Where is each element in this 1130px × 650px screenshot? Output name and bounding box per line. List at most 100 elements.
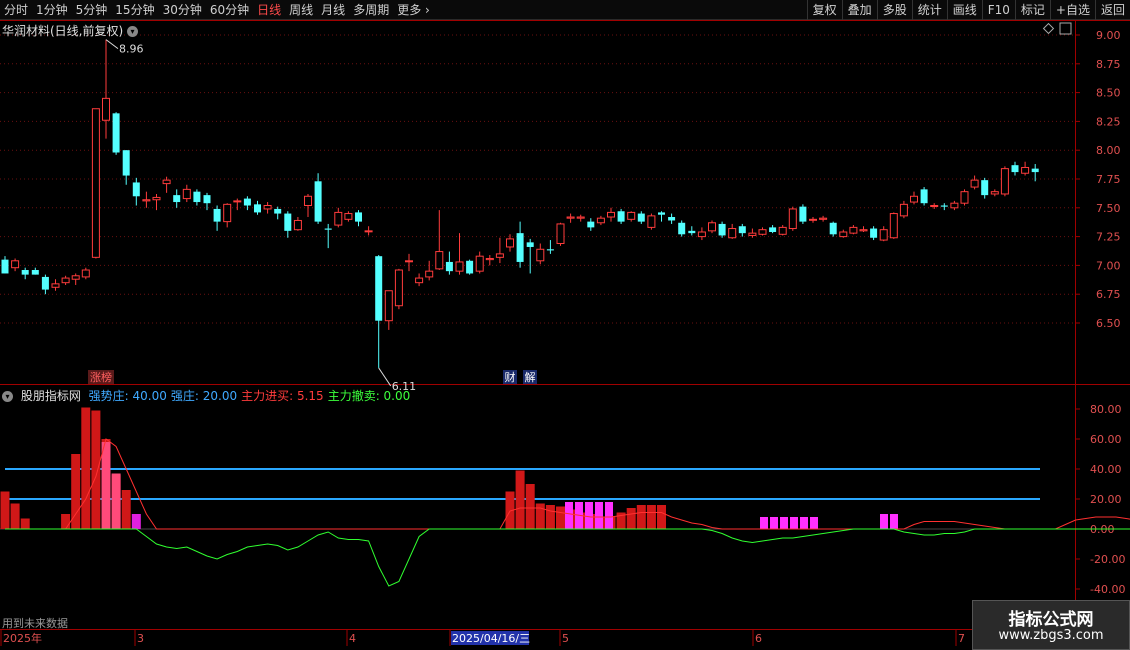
- candle-body: [31, 270, 39, 275]
- candle-body: [788, 208, 797, 230]
- candle-body: [688, 230, 696, 234]
- ind-bar-magenta: [890, 514, 898, 529]
- candle-body: [394, 269, 403, 307]
- candle-body: [81, 269, 90, 278]
- price-tick-label: 6.50: [1096, 317, 1121, 330]
- ind-bar-red: [545, 505, 555, 529]
- candle-body: [899, 203, 908, 217]
- ind-bar-red: [20, 518, 30, 529]
- candle-body: [536, 248, 545, 262]
- chevron-down-icon[interactable]: ▾: [127, 26, 139, 37]
- candle-body: [920, 189, 928, 204]
- diamond-icon: [1042, 22, 1055, 35]
- candle-body: [1021, 166, 1030, 174]
- ind-bar-magenta: [565, 502, 573, 529]
- candle-body: [678, 222, 686, 235]
- time-axis-label: 6: [755, 632, 762, 645]
- candle-body: [284, 213, 292, 231]
- indicator-param: 主力进买: 5.15: [241, 389, 324, 403]
- candle-body: [61, 277, 70, 284]
- candle-body: [223, 203, 232, 223]
- candle-body: [576, 216, 585, 219]
- candle-body: [254, 204, 261, 213]
- time-axis-label: 3: [137, 632, 144, 645]
- time-axis-label: 4: [349, 632, 356, 645]
- ind-bar-magenta: [605, 502, 613, 529]
- candle-body: [182, 188, 191, 200]
- ind-bar-red: [626, 508, 636, 529]
- candle-body: [355, 212, 362, 222]
- chart-canvas[interactable]: 9.00 8.75 8.50 8.25 8.00 7.75 7.50 7.25 7.00 6.75…: [0, 0, 1130, 650]
- candle-body: [314, 181, 322, 222]
- ind-tick-label: 60.00: [1090, 433, 1122, 446]
- candle-body: [334, 211, 343, 226]
- price-tick-label: 6.75: [1096, 288, 1121, 301]
- ind-bar-red: [535, 503, 545, 529]
- candle-body: [516, 233, 524, 262]
- low-marker-line: [378, 367, 392, 387]
- candle-body: [738, 226, 746, 234]
- candle-body: [173, 195, 181, 203]
- candle-body: [193, 191, 201, 203]
- candle-body: [1011, 165, 1019, 173]
- candle-body: [41, 276, 49, 290]
- candle-body: [384, 290, 393, 322]
- candle-body: [425, 270, 434, 278]
- ind-tick-label: 20.00: [1090, 493, 1122, 506]
- candle-body: [617, 211, 625, 222]
- candle-body: [799, 206, 807, 222]
- candle-body: [647, 215, 656, 228]
- candle-body: [596, 217, 605, 224]
- candle-body: [102, 97, 110, 121]
- candle-body: [839, 231, 848, 238]
- candle-body: [728, 228, 737, 239]
- stock-title: 华润材料(日线,前复权): [2, 24, 124, 38]
- ind-bar-magenta: [880, 514, 888, 529]
- candle-body: [274, 208, 282, 214]
- candle-body: [829, 222, 837, 235]
- candle-body: [152, 196, 161, 201]
- candle-body: [970, 179, 979, 188]
- candle-body: [658, 212, 665, 215]
- ind-bar-magenta: [131, 514, 141, 529]
- ind-bar-magenta: [585, 502, 593, 529]
- candle-body: [324, 228, 332, 230]
- candle-body: [415, 277, 424, 284]
- ind-bar-red: [61, 514, 71, 529]
- candle-body: [718, 223, 726, 236]
- price-tick-label: 7.00: [1096, 259, 1121, 272]
- ind-bar-magenta: [770, 517, 778, 529]
- panel-toggle-icon: [1059, 22, 1072, 35]
- ind-bar-magenta: [810, 517, 818, 529]
- candle-body: [708, 222, 716, 232]
- candle-body: [21, 270, 29, 275]
- time-axis-label: 5: [562, 632, 569, 645]
- candle-body: [485, 257, 494, 261]
- ind-tick-label: 40.00: [1090, 463, 1122, 476]
- price-tick-label: 8.50: [1096, 87, 1121, 100]
- ind-bar-magenta: [760, 517, 768, 529]
- candle-body: [112, 113, 120, 153]
- candle-body: [405, 260, 413, 263]
- candle-body: [344, 213, 353, 220]
- candle-body: [1031, 168, 1039, 173]
- chevron-down-icon[interactable]: ▾: [2, 391, 13, 402]
- candle-body: [859, 229, 868, 232]
- ind-bar-magenta: [800, 517, 808, 529]
- ind-tick-label: -20.00: [1090, 553, 1125, 566]
- ind-tick-label: 80.00: [1090, 403, 1122, 416]
- high-marker-line: [105, 39, 119, 50]
- candle-body: [758, 229, 767, 235]
- candle-body: [11, 260, 20, 269]
- ind-tick-label: -40.00: [1090, 583, 1125, 596]
- candle-body: [375, 256, 383, 321]
- candle-body: [607, 211, 615, 218]
- price-tick-label: 8.00: [1096, 144, 1121, 157]
- price-tick-label: 7.50: [1096, 202, 1121, 215]
- event-tag: 财: [505, 370, 516, 384]
- candle-body: [960, 191, 969, 204]
- ind-bar-red: [515, 470, 525, 529]
- indicator-name[interactable]: 股朋指标网: [21, 389, 81, 403]
- candle-body: [1, 259, 9, 274]
- candle-body: [445, 261, 453, 272]
